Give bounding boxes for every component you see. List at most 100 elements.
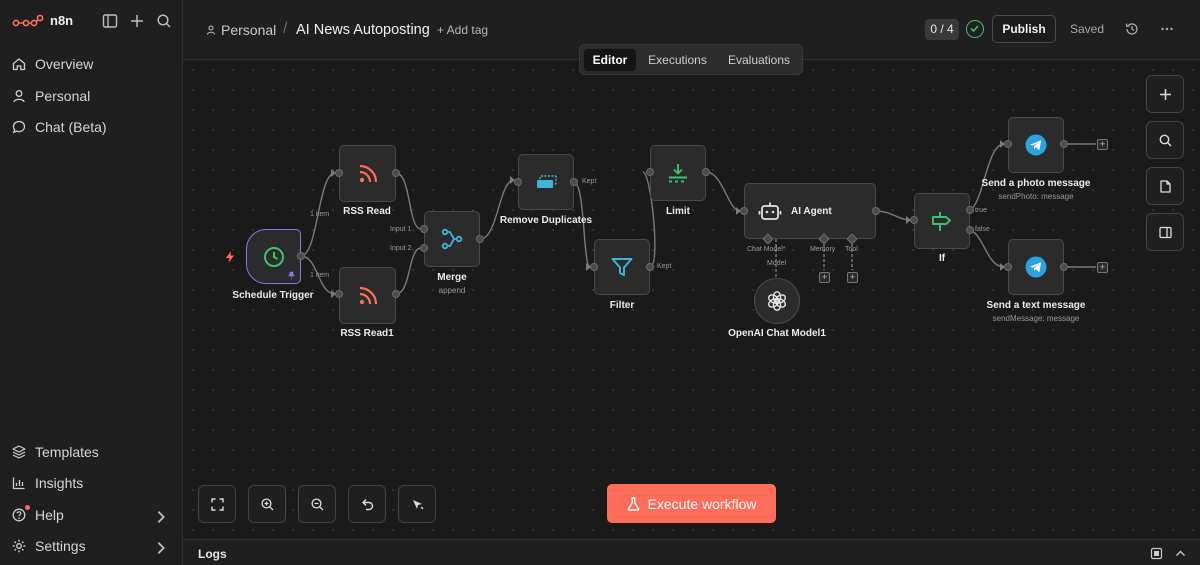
sidebar-item-personal[interactable]: Personal: [0, 82, 183, 110]
node-subtitle: sendMessage: message: [992, 314, 1080, 323]
toggle-panel-button[interactable]: [1146, 213, 1184, 251]
add-tool-button[interactable]: +: [847, 272, 858, 283]
output-port-true[interactable]: [966, 206, 974, 214]
zoom-out-button[interactable]: [298, 485, 336, 523]
node-schedule-trigger[interactable]: [246, 229, 301, 284]
add-node-panel-button[interactable]: [1146, 75, 1184, 113]
lightning-icon: [226, 251, 234, 263]
sidebar-item-templates[interactable]: Templates: [0, 438, 183, 466]
input-port[interactable]: [646, 168, 654, 176]
input-port[interactable]: [1004, 140, 1012, 148]
input-port-2[interactable]: [420, 244, 428, 252]
workflow-canvas[interactable]: 1 item 1 item Schedule Trigger RSS Read …: [183, 60, 1200, 539]
user-icon: [206, 25, 216, 35]
node-label: Schedule Trigger: [232, 290, 314, 301]
add-tag-button[interactable]: + Add tag: [437, 23, 488, 37]
n8n-logo-icon: [12, 14, 44, 26]
output-port[interactable]: [1060, 263, 1068, 271]
chevron-right-icon: [157, 511, 165, 523]
pop-out-icon[interactable]: [1150, 547, 1163, 560]
input-port[interactable]: [1004, 263, 1012, 271]
sidebar-item-label: Settings: [35, 538, 86, 554]
execute-workflow-button[interactable]: Execute workflow: [607, 484, 776, 523]
output-port[interactable]: [570, 178, 578, 186]
node-rss-read[interactable]: [339, 145, 396, 202]
node-send-text[interactable]: [1008, 239, 1064, 295]
node-label: Merge: [437, 272, 467, 283]
output-port[interactable]: [1060, 140, 1068, 148]
edge-label-items: 1 item: [310, 272, 330, 279]
input-port[interactable]: [910, 216, 918, 224]
sidebar-item-label: Insights: [35, 475, 84, 491]
output-port[interactable]: [702, 168, 710, 176]
input-port[interactable]: [514, 178, 522, 186]
add-node-button[interactable]: +: [1097, 262, 1108, 273]
node-send-photo[interactable]: [1008, 117, 1064, 173]
sidebar-item-overview[interactable]: Overview: [0, 50, 183, 78]
output-port-false[interactable]: [966, 226, 974, 234]
node-if[interactable]: [914, 193, 970, 249]
workflow-title[interactable]: AI News Autoposting: [296, 22, 430, 38]
history-icon[interactable]: [1124, 21, 1140, 37]
input-port[interactable]: [335, 290, 343, 298]
zoom-in-button[interactable]: [248, 485, 286, 523]
sidebar-header: n8n: [0, 0, 183, 44]
dedupe-icon: [537, 175, 557, 188]
node-merge[interactable]: [424, 211, 480, 267]
node-label: If: [938, 253, 946, 264]
input-port-1[interactable]: [420, 225, 428, 233]
sidebar-item-insights[interactable]: Insights: [0, 469, 183, 497]
canvas-search-button[interactable]: [1146, 121, 1184, 159]
sidebar-toggle-icon[interactable]: [101, 12, 119, 30]
more-options-icon[interactable]: [1159, 21, 1175, 37]
search-icon: [1159, 134, 1171, 146]
chevron-up-icon[interactable]: [1174, 547, 1187, 560]
sticky-note-button[interactable]: [1146, 167, 1184, 205]
breadcrumb-project[interactable]: Personal: [205, 22, 276, 38]
active-counter[interactable]: 0 / 4: [925, 19, 959, 40]
sidebar-item-settings[interactable]: Settings: [0, 532, 183, 560]
logs-panel[interactable]: Logs: [183, 539, 1200, 565]
input-port[interactable]: [335, 169, 343, 177]
output-port[interactable]: [646, 263, 654, 271]
node-limit[interactable]: [650, 145, 706, 201]
output-label-kept: Kept: [657, 263, 672, 270]
sidebar-item-chat[interactable]: Chat (Beta): [0, 113, 183, 141]
sidebar-item-help[interactable]: Help: [0, 501, 183, 529]
output-port[interactable]: [392, 169, 400, 177]
tab-editor[interactable]: Editor: [584, 49, 636, 71]
tab-executions[interactable]: Executions: [640, 49, 715, 71]
input-port[interactable]: [740, 207, 748, 215]
output-port[interactable]: [297, 252, 305, 260]
add-memory-button[interactable]: +: [819, 272, 830, 283]
app-name: n8n: [50, 13, 74, 28]
edge-rss1-merge: [395, 172, 422, 230]
node-rss-read1[interactable]: [339, 267, 396, 324]
add-icon[interactable]: [128, 12, 146, 30]
templates-icon: [12, 445, 26, 459]
n8n-logo[interactable]: n8n: [12, 13, 73, 28]
sidebar-item-label: Overview: [35, 56, 94, 72]
merge-icon: [441, 228, 463, 250]
node-ai-agent[interactable]: AI Agent: [744, 183, 876, 239]
rss-icon: [359, 164, 377, 182]
fit-view-button[interactable]: [198, 485, 236, 523]
tab-evaluations[interactable]: Evaluations: [719, 49, 799, 71]
zoom-out-icon: [310, 497, 323, 510]
publish-button[interactable]: Publish: [992, 15, 1056, 43]
sidebar-item-label: Help: [35, 507, 64, 523]
merge-input-2-label: Input 2: [390, 245, 412, 252]
tidy-up-button[interactable]: [398, 485, 436, 523]
node-openai-chat-model[interactable]: [754, 278, 800, 324]
node-remove-duplicates[interactable]: [518, 154, 574, 210]
output-port[interactable]: [476, 235, 484, 243]
output-port[interactable]: [872, 207, 880, 215]
undo-button[interactable]: [348, 485, 386, 523]
merge-input-1-label: Input 1: [390, 226, 412, 233]
input-port[interactable]: [590, 263, 598, 271]
node-filter[interactable]: [594, 239, 650, 295]
search-icon[interactable]: [155, 12, 173, 30]
add-node-button[interactable]: +: [1097, 139, 1108, 150]
output-port[interactable]: [392, 290, 400, 298]
app-window: n8n Overview Personal Chat (Beta) Templa…: [0, 0, 1200, 565]
